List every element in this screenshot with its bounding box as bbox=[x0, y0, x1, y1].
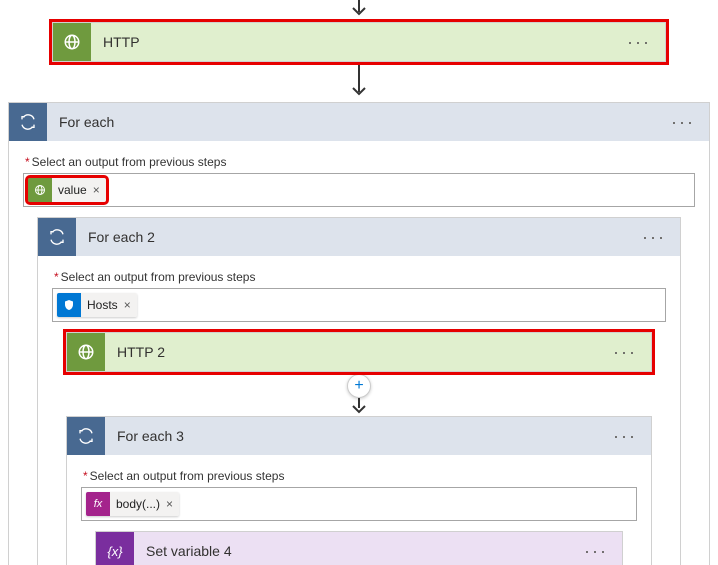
token-remove[interactable]: × bbox=[124, 293, 137, 317]
token-remove[interactable]: × bbox=[166, 492, 179, 516]
token-label: value bbox=[52, 178, 93, 202]
http-globe-icon bbox=[53, 23, 91, 61]
http-globe-icon bbox=[67, 333, 105, 371]
foreach-input[interactable]: value × bbox=[23, 173, 695, 207]
http-action-card[interactable]: HTTP ··· bbox=[52, 22, 666, 62]
loop-icon bbox=[67, 417, 105, 455]
foreach3-title: For each 3 bbox=[105, 428, 607, 444]
token-body-expression[interactable]: fx body(...) × bbox=[86, 492, 179, 516]
http-globe-icon bbox=[28, 178, 52, 202]
defender-shield-icon bbox=[57, 293, 81, 317]
loop-icon bbox=[38, 218, 76, 256]
foreach3-card[interactable]: For each 3 ··· *Select an output from pr… bbox=[66, 416, 652, 565]
token-value[interactable]: value × bbox=[28, 178, 106, 202]
foreach-menu-button[interactable]: ··· bbox=[665, 112, 701, 133]
token-label: body(...) bbox=[110, 492, 166, 516]
required-star: * bbox=[83, 469, 88, 483]
token-label: Hosts bbox=[81, 293, 124, 317]
http2-menu-button[interactable]: ··· bbox=[607, 342, 643, 363]
set-variable-card[interactable]: {x} Set variable 4 ··· bbox=[95, 531, 623, 565]
loop-icon bbox=[9, 103, 47, 141]
foreach-card[interactable]: For each ··· *Select an output from prev… bbox=[8, 102, 710, 565]
foreach-input-label: *Select an output from previous steps bbox=[25, 155, 695, 169]
variable-icon: {x} bbox=[96, 532, 134, 565]
http2-action-card[interactable]: HTTP 2 ··· bbox=[66, 332, 652, 372]
arrow-down-icon bbox=[349, 64, 369, 100]
foreach2-card[interactable]: For each 2 ··· *Select an output from pr… bbox=[37, 217, 681, 565]
foreach2-input[interactable]: Hosts × bbox=[52, 288, 666, 322]
expression-fx-icon: fx bbox=[86, 492, 110, 516]
add-step-button[interactable]: + bbox=[347, 374, 371, 398]
set-variable-title: Set variable 4 bbox=[134, 543, 578, 559]
plus-icon: + bbox=[354, 377, 363, 395]
required-star: * bbox=[25, 155, 30, 169]
foreach3-menu-button[interactable]: ··· bbox=[607, 426, 643, 447]
arrow-down-icon bbox=[349, 0, 369, 20]
foreach3-input[interactable]: fx body(...) × bbox=[81, 487, 637, 521]
set-variable-menu-button[interactable]: ··· bbox=[578, 541, 614, 562]
http-title: HTTP bbox=[91, 34, 621, 50]
foreach-title: For each bbox=[47, 114, 665, 130]
foreach2-menu-button[interactable]: ··· bbox=[636, 227, 672, 248]
arrow-down-icon bbox=[349, 398, 369, 416]
foreach3-input-label: *Select an output from previous steps bbox=[83, 469, 637, 483]
http2-title: HTTP 2 bbox=[105, 344, 607, 360]
foreach2-input-label: *Select an output from previous steps bbox=[54, 270, 666, 284]
http-menu-button[interactable]: ··· bbox=[621, 32, 657, 53]
token-hosts[interactable]: Hosts × bbox=[57, 293, 137, 317]
foreach2-title: For each 2 bbox=[76, 229, 636, 245]
token-remove[interactable]: × bbox=[93, 178, 106, 202]
required-star: * bbox=[54, 270, 59, 284]
